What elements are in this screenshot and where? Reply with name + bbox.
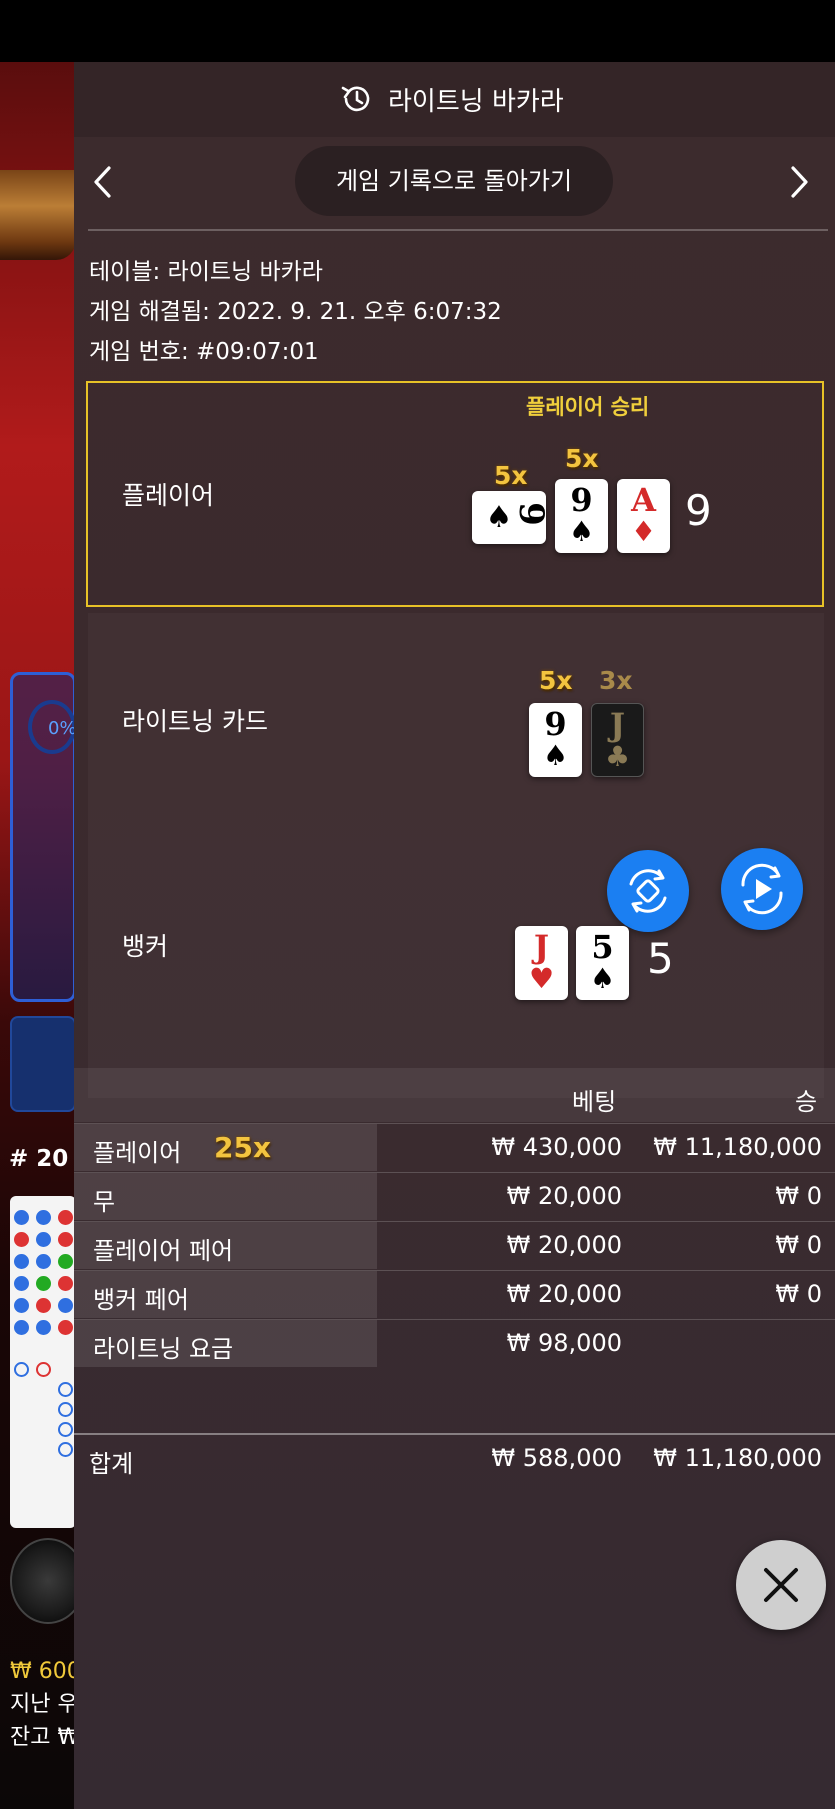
bet-name: 뱅커 페어 — [93, 1286, 189, 1314]
bet-amount: ₩ 98,000 — [506, 1329, 622, 1357]
lightning-banker-section — [88, 613, 824, 1098]
panel-title: 라이트닝 바카라 — [388, 87, 564, 117]
table-row: 뱅커 페어 ₩ 20,000 ₩ 0 — [74, 1270, 835, 1318]
replay-icon — [629, 869, 667, 913]
player-label: 플레이어 — [122, 481, 215, 510]
card-suit: ♥ — [528, 962, 555, 995]
playing-card: A ♦ — [617, 479, 670, 553]
card-rank: A — [631, 481, 656, 519]
background-round-number: # 20 — [9, 1146, 69, 1172]
card-suit: ♦ — [630, 515, 657, 548]
card-multiplier: 3x — [599, 666, 633, 695]
previous-game-arrow-icon[interactable] — [86, 162, 120, 202]
win-amount: ₩ 0 — [775, 1182, 822, 1210]
win-amount: ₩ 11,180,000 — [653, 1133, 822, 1161]
playing-card: J ♥ — [515, 926, 568, 1000]
card-rank: 5 — [591, 928, 614, 966]
total-row: 합계 ₩ 588,000 ₩ 11,180,000 — [74, 1435, 835, 1483]
divider — [88, 229, 828, 231]
table-row: 플레이어 페어 ₩ 20,000 ₩ 0 — [74, 1221, 835, 1269]
card-suit: ♠ — [589, 962, 616, 995]
bet-name: 라이트닝 요금 — [93, 1335, 234, 1363]
table-row: 무 ₩ 20,000 ₩ 0 — [74, 1172, 835, 1220]
card-rank: 9 — [544, 705, 567, 743]
table-row: 플레이어 25x ₩ 430,000 ₩ 11,180,000 — [74, 1123, 835, 1171]
win-column-header: 승 — [795, 1088, 818, 1116]
bet-name: 무 — [93, 1188, 116, 1216]
total-label: 합계 — [89, 1450, 134, 1478]
card-suit: ♠ — [568, 515, 595, 548]
next-game-arrow-icon[interactable] — [782, 162, 816, 202]
bets-table-header — [74, 1068, 835, 1122]
bet-name: 플레이어 — [93, 1139, 182, 1167]
video-replay-icon — [741, 863, 783, 915]
table-name: 테이블: 라이트닝 바카라 — [89, 259, 323, 285]
winner-label: 플레이어 승리 — [526, 395, 650, 419]
replay-button[interactable] — [607, 850, 689, 932]
background-ornament — [0, 170, 76, 260]
playing-card: 9 ♠ — [555, 479, 608, 553]
player-hand-total: 9 — [685, 486, 712, 535]
history-icon — [341, 86, 370, 112]
close-icon — [764, 1568, 798, 1602]
card-multiplier: 5x — [565, 444, 599, 473]
playing-card: ♠ 9 — [472, 491, 551, 544]
background-bet-area — [10, 1016, 76, 1112]
card-rank: J — [533, 928, 550, 966]
game-history-panel: 라이트닝 바카라 게임 기록으로 돌아가기 테이블: 라이트닝 바카라 게임 해… — [74, 62, 835, 1809]
table-row: 라이트닝 요금 ₩ 98,000 — [74, 1319, 835, 1367]
video-replay-button[interactable] — [721, 848, 803, 930]
back-to-history-button[interactable]: 게임 기록으로 돌아가기 — [295, 146, 613, 216]
card-suit: ♣ — [604, 740, 631, 773]
status-bar — [0, 0, 835, 62]
bet-multiplier-badge: 25x — [214, 1131, 272, 1164]
row-name-cell — [74, 1173, 377, 1220]
card-multiplier: 5x — [539, 666, 573, 695]
lightning-card: 9 ♠ — [529, 703, 582, 777]
banker-hand-total: 5 — [647, 934, 674, 983]
lightning-cards-label: 라이트닝 카드 — [122, 707, 268, 736]
win-amount: ₩ 0 — [775, 1280, 822, 1308]
total-win-amount: ₩ 11,180,000 — [653, 1444, 822, 1472]
playing-card: 5 ♠ — [576, 926, 629, 1000]
game-number: 게임 번호: #09:07:01 — [89, 339, 319, 365]
card-suit: ♠ — [542, 739, 569, 772]
bet-column-header: 베팅 — [572, 1088, 617, 1116]
card-rank: 9 — [570, 481, 593, 519]
win-amount: ₩ 0 — [775, 1231, 822, 1259]
card-rank: J — [609, 706, 626, 744]
panel-header: 라이트닝 바카라 — [74, 62, 835, 137]
game-resolved-time: 게임 해결됨: 2022. 9. 21. 오후 6:07:32 — [89, 299, 502, 325]
background-player-percent: 0% — [28, 700, 77, 754]
banker-label: 뱅커 — [122, 932, 169, 961]
close-button[interactable] — [736, 1540, 826, 1630]
bet-name: 플레이어 페어 — [93, 1237, 234, 1265]
lightning-card: J ♣ — [591, 703, 644, 777]
card-rank: 9 — [511, 502, 551, 526]
background-bead-road — [10, 1196, 76, 1528]
